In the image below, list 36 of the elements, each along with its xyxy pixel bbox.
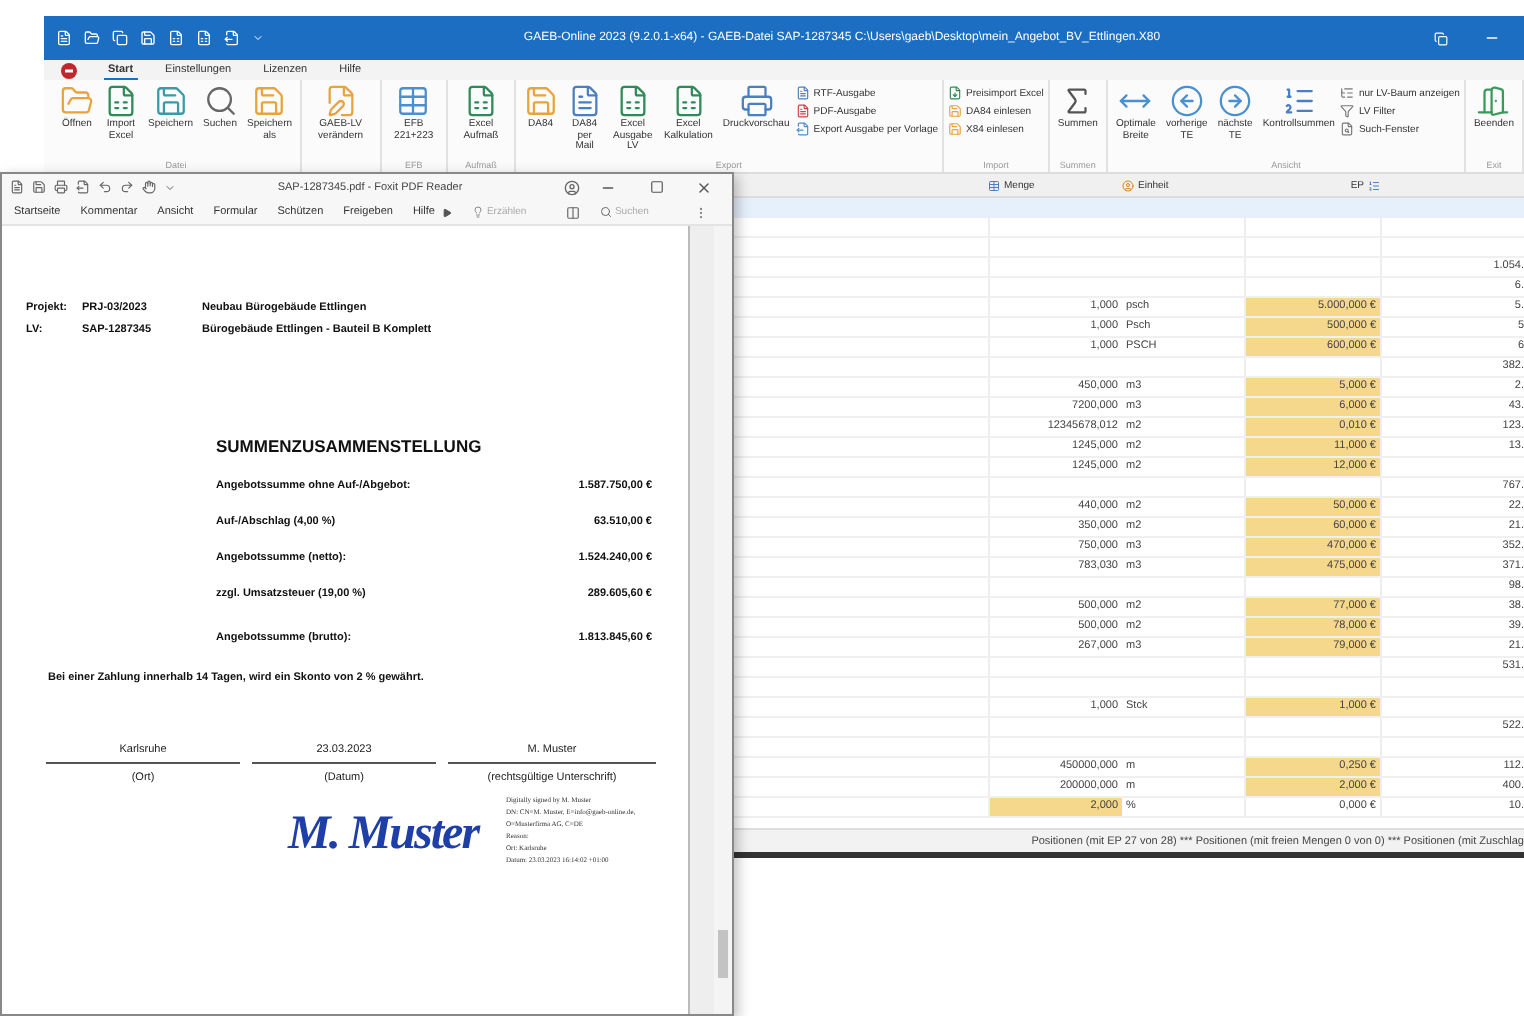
import-icon — [948, 86, 963, 100]
table-icon — [396, 84, 431, 118]
document-pencil-icon — [323, 84, 358, 118]
document-heading: SUMMENZUSAMMENSTELLUNG — [216, 436, 484, 456]
numbered-list-icon — [1281, 84, 1316, 118]
document-icon — [795, 86, 810, 100]
play-icon[interactable] — [442, 207, 453, 217]
spreadsheet-icon — [671, 84, 706, 118]
spreadsheet-icon — [615, 84, 650, 118]
toolbar-icon[interactable] — [112, 30, 128, 46]
lightbulb-icon — [472, 206, 485, 218]
printer-icon — [739, 84, 774, 118]
door-icon — [1476, 84, 1511, 118]
search-icon — [203, 84, 238, 118]
toolbar-icon[interactable] — [120, 180, 134, 194]
toolbar-icon[interactable] — [10, 180, 24, 194]
search-icon — [600, 206, 613, 218]
toolbar-icon[interactable] — [54, 180, 68, 194]
hand-tool-icon[interactable] — [142, 180, 156, 194]
scrollbar[interactable] — [714, 226, 732, 1014]
document-icon — [795, 104, 810, 118]
spreadsheet-icon — [463, 84, 498, 118]
table-icon — [988, 179, 1000, 191]
toolbar-icon[interactable] — [98, 180, 112, 194]
list-icon — [1368, 179, 1380, 191]
toolbar-icon[interactable] — [32, 180, 46, 194]
folder-icon — [60, 84, 94, 118]
spreadsheet-icon — [104, 84, 138, 118]
layout-icon[interactable] — [566, 205, 581, 219]
user-icon[interactable] — [564, 179, 580, 195]
toolbar-icon[interactable] — [76, 180, 90, 194]
tree-list-icon — [1340, 86, 1355, 100]
export-icon — [795, 122, 810, 136]
filter-icon — [1340, 104, 1355, 118]
document-icon — [567, 84, 602, 118]
document-search-icon — [1340, 122, 1355, 136]
